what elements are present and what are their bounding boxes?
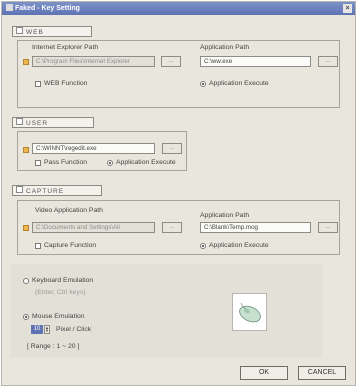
pixel-range-label: [ Range : 1 ~ 20 ] bbox=[27, 343, 80, 350]
pixel-per-click-input[interactable]: 10 bbox=[31, 325, 43, 334]
capture-function-checkbox[interactable] bbox=[35, 243, 41, 249]
key-setting-dialog: Faked - Key Setting × WEB Internet Explo… bbox=[1, 1, 356, 386]
tab-user: USER bbox=[12, 117, 94, 128]
keyboard-emulation-radio[interactable] bbox=[23, 278, 29, 284]
tab-capture: CAPTURE bbox=[12, 185, 102, 196]
cancel-button[interactable]: CANCEL bbox=[298, 366, 346, 380]
user-path-field[interactable]: C:\WINNT\regedit.exe bbox=[32, 143, 155, 154]
keyboard-emulation-note: (Enter, Ctrl keys) bbox=[35, 289, 86, 296]
app-icon bbox=[6, 4, 13, 11]
video-path-browse-button[interactable]: ... bbox=[162, 222, 182, 233]
capture-section-icon bbox=[16, 186, 23, 193]
capture-app-path-field[interactable]: C:\Blank\Temp.mog bbox=[200, 222, 311, 233]
window-title: Faked - Key Setting bbox=[15, 5, 80, 12]
web-app-browse-button[interactable]: ... bbox=[318, 56, 338, 67]
user-path-browse-button[interactable]: ... bbox=[162, 143, 182, 154]
close-icon[interactable]: × bbox=[343, 4, 352, 13]
ok-button[interactable]: OK bbox=[240, 366, 288, 380]
capture-app-browse-button[interactable]: ... bbox=[318, 222, 338, 233]
web-app-execute-label: Application Execute bbox=[209, 80, 269, 87]
web-section-icon bbox=[16, 27, 23, 34]
video-path-label: Video Application Path bbox=[35, 207, 103, 214]
web-function-checkbox[interactable] bbox=[35, 81, 41, 87]
pixel-spinner-arrows-icon[interactable]: ▲ ▼ bbox=[44, 325, 50, 334]
user-app-execute-radio[interactable] bbox=[107, 160, 113, 166]
capture-app-execute-label: Application Execute bbox=[209, 242, 269, 249]
ie-path-label: Internet Explorer Path bbox=[32, 44, 99, 51]
web-tab-label: WEB bbox=[26, 29, 44, 36]
pixel-per-click-label: Pixel / Click bbox=[56, 326, 92, 333]
mouse-emulation-label: Mouse Emulation bbox=[32, 313, 85, 320]
mouse-emulation-radio[interactable] bbox=[23, 314, 29, 320]
video-path-field[interactable]: C:\Documents and Settings\All bbox=[32, 222, 155, 233]
web-app-execute-radio[interactable] bbox=[200, 81, 206, 87]
user-path-enable-checkbox[interactable] bbox=[23, 147, 29, 153]
user-tab-label: USER bbox=[26, 120, 49, 127]
web-app-path-label: Application Path bbox=[200, 44, 250, 51]
video-path-enable-checkbox[interactable] bbox=[23, 225, 29, 231]
mouse-preview bbox=[232, 293, 267, 331]
tab-web: WEB bbox=[12, 26, 92, 37]
user-app-execute-label: Application Execute bbox=[116, 159, 176, 166]
capture-tab-label: CAPTURE bbox=[26, 188, 65, 195]
keyboard-emulation-label: Keyboard Emulation bbox=[32, 277, 94, 284]
ie-path-enable-checkbox[interactable] bbox=[23, 59, 29, 65]
web-app-path-field[interactable]: C:\ww.exe bbox=[200, 56, 311, 67]
ie-path-browse-button[interactable]: ... bbox=[161, 56, 181, 67]
capture-app-execute-radio[interactable] bbox=[200, 243, 206, 249]
title-bar: Faked - Key Setting × bbox=[2, 2, 355, 15]
ie-path-field[interactable]: C:\Program Files\Internet Explorer bbox=[32, 56, 155, 67]
capture-function-label: Capture Function bbox=[44, 242, 97, 249]
pass-function-label: Pass Function bbox=[44, 159, 88, 166]
mouse-icon bbox=[239, 302, 261, 323]
user-section-icon bbox=[16, 118, 23, 125]
capture-app-path-label: Application Path bbox=[200, 212, 250, 219]
web-function-label: WEB Function bbox=[44, 80, 88, 87]
pass-function-checkbox[interactable] bbox=[35, 160, 41, 166]
